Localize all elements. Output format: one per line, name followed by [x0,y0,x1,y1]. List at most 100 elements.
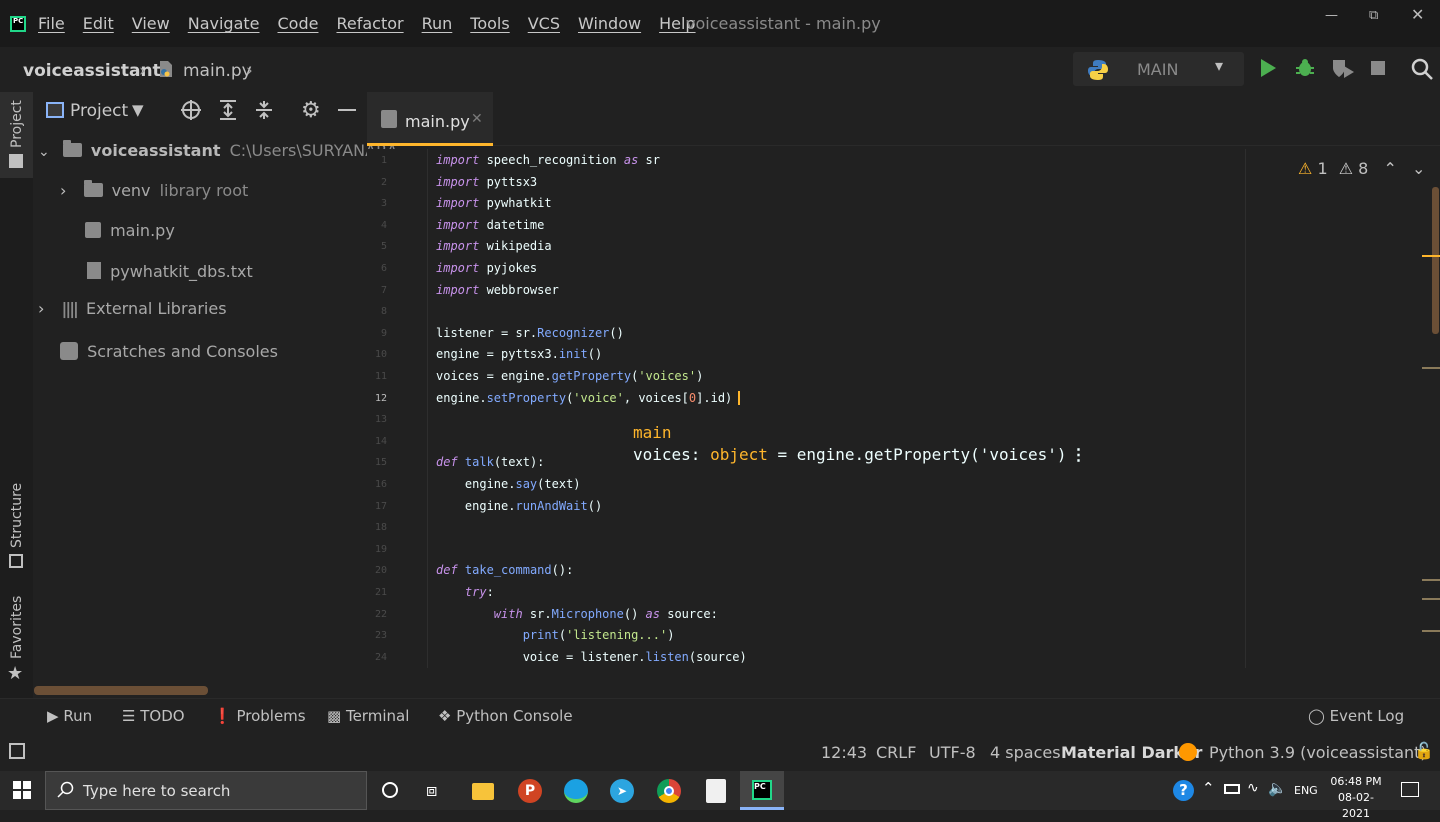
telegram-icon[interactable]: ➤ [608,777,636,805]
next-highlight-icon[interactable]: ⌄ [1412,159,1425,178]
favorites-tool-tab[interactable]: Favorites ★ [0,596,33,687]
line-number[interactable]: 11 [367,371,387,382]
line-number[interactable]: 13 [367,414,387,425]
line-number[interactable]: 10 [367,349,387,360]
close-window-icon[interactable]: ✕ [1411,5,1424,24]
line-number[interactable]: 1 [367,155,387,166]
help-icon[interactable]: ? [1173,780,1194,801]
menu-file[interactable]: File [38,14,65,33]
project-view-title[interactable]: Project [70,101,128,121]
code-editor[interactable]: import speech_recognition as sr import py… [427,149,1245,668]
code-line[interactable]: engine.setProperty('voice', voices[0].id… [436,391,741,406]
code-line[interactable]: with sr.Microphone() as source: [436,607,718,621]
line-number[interactable]: 17 [367,501,387,512]
line-number[interactable]: 21 [367,587,387,598]
expand-all-icon[interactable] [218,100,238,124]
weak-warning-marker[interactable] [1422,579,1440,581]
code-line[interactable]: import pyttsx3 [436,175,537,189]
tree-item-external-libraries[interactable]: › |||| External Libraries [38,299,227,318]
run-configuration-select[interactable]: MAIN ▾ [1073,52,1244,86]
terminal-tool-button[interactable]: ▩ Terminal [327,707,409,725]
pycharm-taskbar-button[interactable]: PC [740,771,784,810]
collapse-all-icon[interactable] [254,100,274,124]
menu-code[interactable]: Code [278,14,319,33]
python-console-tool-button[interactable]: ❖ Python Console [438,707,573,725]
menu-tools[interactable]: Tools [470,14,509,33]
structure-tool-tab[interactable]: Structure [0,482,33,572]
code-line[interactable]: import pywhatkit [436,196,552,210]
chevron-up-icon[interactable]: ⌃ [1202,779,1215,797]
line-number[interactable]: 18 [367,522,387,533]
vertical-scrollbar[interactable] [1432,187,1439,334]
inspection-widget[interactable]: ⚠ 1 ⚠ 8 ⌃ ⌄ [1298,159,1425,178]
previous-highlight-icon[interactable]: ⌃ [1383,159,1396,178]
line-number[interactable]: 14 [367,436,387,447]
code-line[interactable]: import speech_recognition as sr [436,153,660,167]
language-indicator[interactable]: ENG [1294,784,1318,797]
locate-target-icon[interactable] [180,99,202,125]
menu-navigate[interactable]: Navigate [188,14,260,33]
tree-item-scratches[interactable]: Scratches and Consoles [60,339,278,361]
code-line[interactable]: import pyjokes [436,261,537,275]
weak-warning-marker[interactable] [1422,367,1440,369]
line-number[interactable]: 4 [367,220,387,231]
taskbar-search-box[interactable]: Type here to search [45,771,367,810]
code-line[interactable]: engine.say(text) [436,477,581,491]
problems-tool-button[interactable]: ❗ Problems [213,707,306,725]
breadcrumb-file[interactable]: main.py [183,61,252,81]
search-icon[interactable] [1411,58,1433,84]
menu-edit[interactable]: Edit [83,14,114,33]
line-number[interactable]: 22 [367,609,387,620]
line-separator[interactable]: CRLF [876,743,916,762]
close-tab-icon[interactable]: ✕ [471,111,483,127]
run-icon[interactable] [1259,58,1277,82]
run-tool-button[interactable]: ▶ Run [47,707,92,725]
tree-root[interactable]: ⌄ voiceassistant C:\Users\SURYANARA [38,140,398,160]
line-number[interactable]: 6 [367,263,387,274]
python-interpreter[interactable]: Python 3.9 (voiceassistant) [1209,743,1427,762]
battery-icon[interactable] [1224,784,1240,794]
weak-warning-marker[interactable] [1422,598,1440,600]
code-line[interactable]: import wikipedia [436,239,552,253]
hide-panel-icon[interactable] [338,109,356,111]
line-number[interactable]: 15 [367,457,387,468]
indent-setting[interactable]: 4 spaces [990,743,1061,762]
clock[interactable]: 06:48 PM 08-02-2021 [1326,774,1386,822]
toggle-tool-windows-icon[interactable] [9,743,25,759]
code-line[interactable]: def talk(text): [436,455,544,469]
gear-icon[interactable]: ⚙ [301,98,321,123]
file-explorer-icon[interactable] [469,777,497,805]
notepad-icon[interactable] [702,777,730,805]
code-line[interactable]: try: [436,585,494,599]
stop-icon[interactable] [1371,61,1385,75]
line-number[interactable]: 8 [367,306,387,317]
menu-run[interactable]: Run [422,14,453,33]
code-line[interactable]: print('listening...') [436,628,675,642]
line-number[interactable]: 16 [367,479,387,490]
line-number[interactable]: 19 [367,544,387,555]
more-options-icon[interactable]: ⋮ [1070,445,1086,464]
code-line[interactable]: import webbrowser [436,283,559,297]
code-line[interactable]: engine = pyttsx3.init() [436,347,602,361]
chrome-icon[interactable] [655,777,683,805]
line-number[interactable]: 20 [367,565,387,576]
horizontal-scrollbar[interactable] [34,686,208,695]
line-number[interactable]: 9 [367,328,387,339]
warning-marker[interactable] [1422,255,1440,257]
code-line[interactable]: engine.runAndWait() [436,499,602,513]
line-number[interactable]: 3 [367,198,387,209]
code-line[interactable]: voices = engine.getProperty('voices') [436,369,703,383]
powerpoint-icon[interactable]: P [516,777,544,805]
menu-vcs[interactable]: VCS [528,14,560,33]
weak-warning-marker[interactable] [1422,630,1440,632]
tree-item-main-py[interactable]: main.py [85,220,175,240]
tab-main-py[interactable]: main.py ✕ [367,92,493,146]
project-tool-tab[interactable]: Project [0,92,33,178]
code-line[interactable]: import datetime [436,218,544,232]
notifications-icon[interactable] [1401,782,1419,797]
task-view-icon[interactable]: ⧈ [426,780,437,801]
code-line[interactable]: voice = listener.listen(source) [436,650,747,664]
line-number[interactable]: 23 [367,630,387,641]
minimize-icon[interactable]: — [1325,8,1338,23]
debug-bug-icon[interactable] [1295,58,1315,82]
